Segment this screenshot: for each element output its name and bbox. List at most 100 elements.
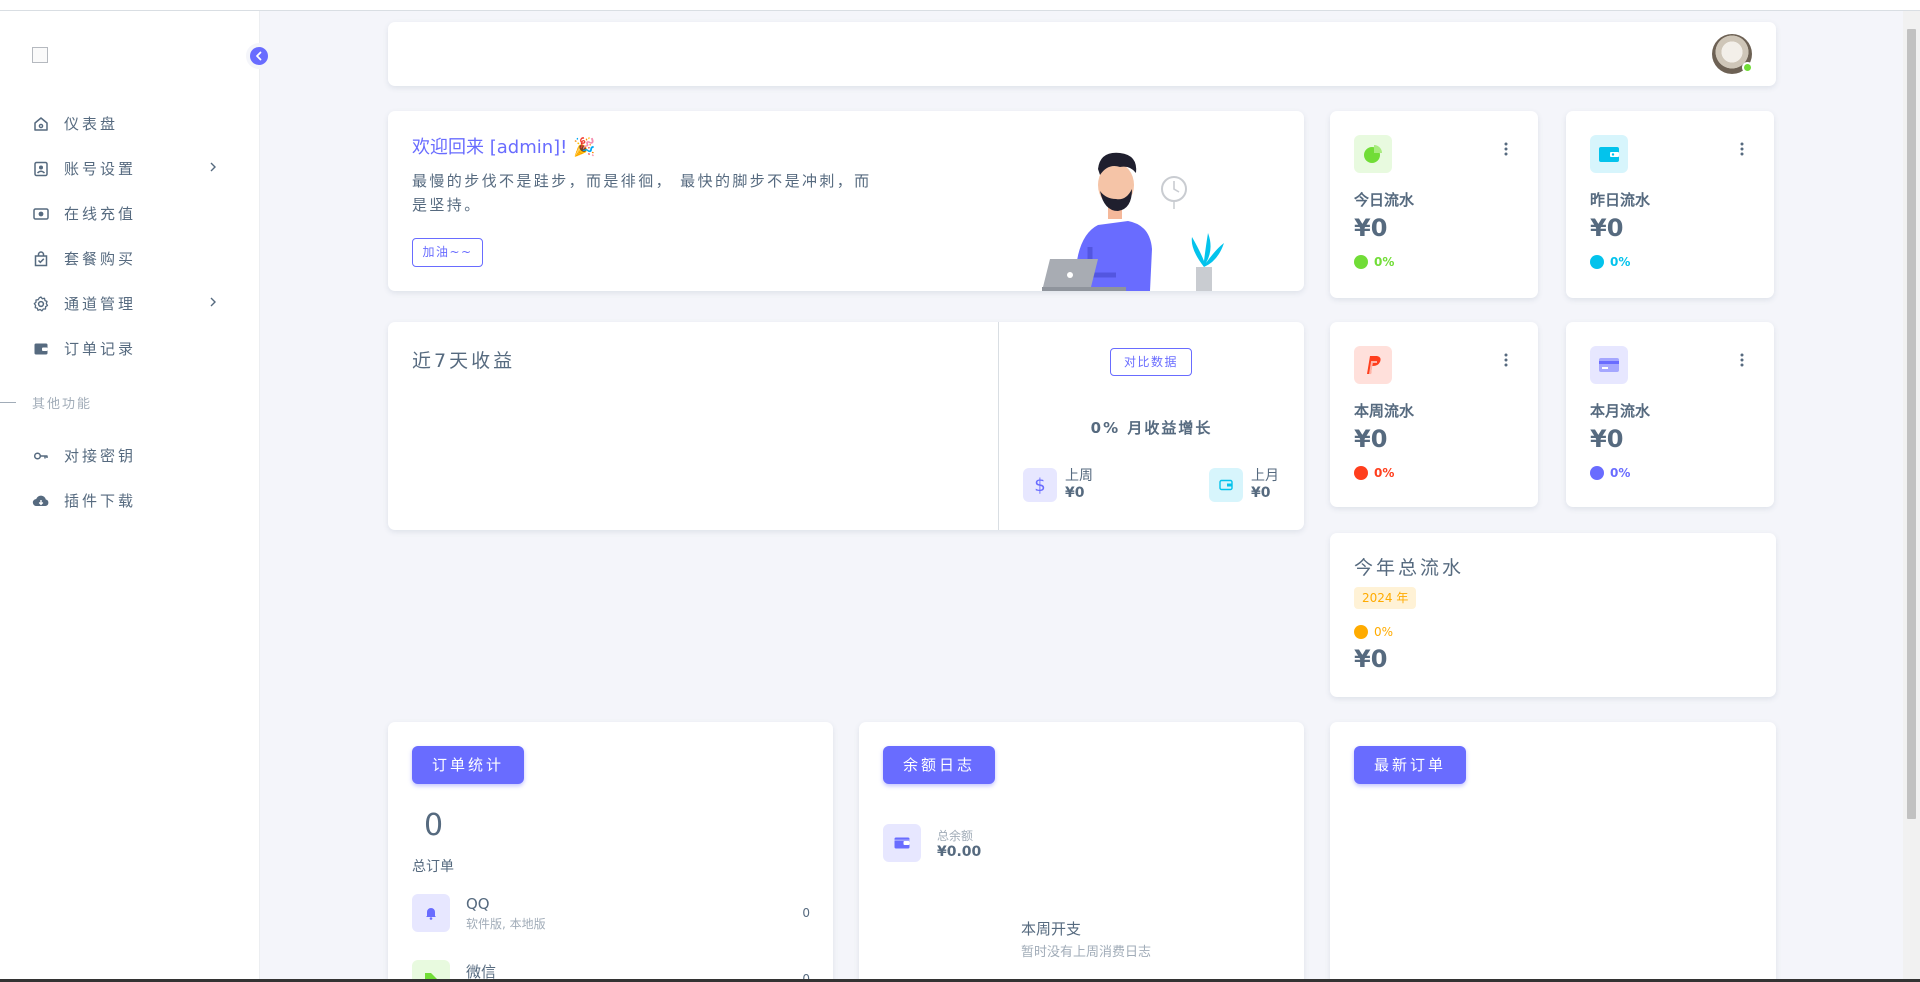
- stat-value: ¥0: [1590, 425, 1624, 453]
- year-total-card: 今年总流水 2024 年 0% ¥0: [1330, 533, 1776, 697]
- sidebar-item-label: 仪表盘: [64, 115, 119, 133]
- last-month-label: 上月: [1251, 468, 1279, 484]
- order-stats-button[interactable]: 订单统计: [412, 746, 525, 784]
- total-balance-label: 总余额: [937, 828, 974, 843]
- chevron-left-icon: [256, 51, 262, 61]
- stat-icon-box: [1590, 346, 1628, 384]
- sidebar-item-order-records[interactable]: 订单记录: [0, 326, 260, 371]
- cloud-download-icon: [32, 495, 49, 506]
- sidebar-section-header: 其他功能: [0, 379, 260, 425]
- scrollbar-thumb[interactable]: [1907, 29, 1916, 819]
- revenue-title: 近7天收益: [412, 350, 516, 372]
- sidebar-item-label: 账号设置: [64, 160, 137, 178]
- year-total-value: ¥0: [1354, 645, 1388, 673]
- sidebar-item-label: 对接密钥: [64, 447, 137, 465]
- page-scrollbar[interactable]: [1903, 11, 1920, 982]
- last-week-label: 上周: [1065, 468, 1093, 484]
- percent-icon: [1590, 255, 1604, 269]
- stat-value: ¥0: [1354, 425, 1388, 453]
- year-change: 0%: [1354, 625, 1393, 639]
- stat-label: 昨日流水: [1590, 191, 1651, 209]
- stat-icon-box: [1590, 135, 1628, 173]
- latest-orders-button[interactable]: 最新订单: [1354, 746, 1467, 784]
- sidebar-item-label: 订单记录: [64, 340, 137, 358]
- sidebar-item-label: 通道管理: [64, 295, 137, 313]
- year-change-value: 0%: [1374, 625, 1394, 639]
- stat-label: 本月流水: [1590, 402, 1651, 420]
- total-orders-count: 0: [424, 808, 444, 843]
- balance-log-button[interactable]: 余额日志: [883, 746, 996, 784]
- weekly-expense-desc: 暂时没有上周消费日志: [1021, 945, 1152, 960]
- latest-orders-card: 最新订单: [1330, 722, 1776, 982]
- order-row-desc: 软件版, 本地版: [466, 917, 546, 931]
- compare-data-button[interactable]: 对比数据: [1110, 348, 1192, 376]
- dollar-icon: $: [1023, 468, 1057, 502]
- stat-change: 0%: [1590, 466, 1630, 480]
- stat-label: 今日流水: [1354, 191, 1415, 209]
- stat-change: 0%: [1354, 466, 1394, 480]
- weekly-expense-title: 本周开支: [1021, 920, 1082, 938]
- sidebar-item-package-purchase[interactable]: 套餐购买: [0, 236, 260, 281]
- total-orders-label: 总订单: [412, 859, 454, 875]
- stat-change-value: 0%: [1610, 255, 1631, 269]
- man-with-laptop-illustration: [1042, 152, 1224, 291]
- sidebar-item-account-settings[interactable]: 账号设置: [0, 146, 260, 191]
- user-avatar[interactable]: [1712, 34, 1753, 74]
- sidebar-item-online-recharge[interactable]: 在线充值: [0, 191, 260, 236]
- stat-change-value: 0%: [1374, 255, 1395, 269]
- stat-icon-box: [1354, 135, 1392, 173]
- sidebar-item-dashboard[interactable]: 仪表盘: [0, 101, 260, 146]
- pie-chart-icon: [1364, 145, 1382, 163]
- stat-value: ¥0: [1354, 214, 1388, 242]
- more-vertical-icon[interactable]: [1504, 352, 1508, 368]
- paypal-icon: [1367, 356, 1381, 375]
- stat-label: 本周流水: [1354, 402, 1415, 420]
- sidebar-menu: 仪表盘 账号设置 在线充值 套餐购买 通道管理 订单记录 其他功能 对接密钥 插…: [0, 101, 260, 523]
- sidebar-item-channel-management[interactable]: 通道管理: [0, 281, 260, 326]
- more-vertical-icon[interactable]: [1504, 141, 1508, 157]
- chevron-right-icon: [210, 297, 216, 307]
- stat-icon-box: [1354, 346, 1392, 384]
- more-vertical-icon[interactable]: [1740, 352, 1744, 368]
- credit-card-icon: [1599, 358, 1619, 372]
- percent-icon: [1590, 466, 1604, 480]
- welcome-card: 欢迎回来 [admin]! 🎉 最慢的步伐不是跬步，而是徘徊， 最快的脚步不是冲…: [388, 111, 1304, 291]
- welcome-title: 欢迎回来 [admin]! 🎉: [412, 137, 596, 158]
- money-icon: [33, 207, 49, 220]
- order-row-name: QQ: [466, 895, 490, 913]
- chevron-right-icon: [210, 162, 216, 172]
- percent-icon: [1354, 255, 1368, 269]
- bell-icon: [412, 894, 450, 932]
- weekly-expense: 本周开支 暂时没有上周消费日志: [1021, 918, 1151, 960]
- stat-change: 0%: [1590, 255, 1630, 269]
- last-week-summary: $ 上周 ¥0: [1023, 468, 1093, 502]
- id-card-icon: [34, 161, 48, 176]
- sidebar-collapse-button[interactable]: [246, 43, 272, 69]
- sidebar-item-label: 在线充值: [64, 205, 137, 223]
- revenue-card: 近7天收益 对比数据 0% 月收益增长 $ 上周 ¥0 上月 ¥0: [388, 322, 1304, 530]
- sidebar-item-label: 插件下载: [64, 492, 137, 510]
- wallet-icon: [883, 824, 921, 862]
- wallet-icon: [1599, 147, 1619, 162]
- stat-card-yesterday: 昨日流水 ¥0 0%: [1566, 111, 1774, 298]
- sidebar-item-api-key[interactable]: 对接密钥: [0, 433, 260, 478]
- sidebar-item-label: 套餐购买: [64, 250, 137, 268]
- wallet-icon: [34, 343, 48, 354]
- balance-log-card: 余额日志 总余额 ¥0.00 本周开支 暂时没有上周消费日志: [859, 722, 1304, 982]
- sidebar-item-plugin-download[interactable]: 插件下载: [0, 478, 260, 523]
- browser-top-border: [0, 0, 1920, 11]
- more-vertical-icon[interactable]: [1740, 141, 1744, 157]
- logo-image[interactable]: [32, 47, 48, 63]
- cheer-button[interactable]: 加油~~: [412, 238, 483, 267]
- gear-icon: [33, 295, 49, 311]
- total-balance-value: ¥0.00: [937, 843, 982, 860]
- order-row-qq[interactable]: QQ 软件版, 本地版 0: [412, 894, 810, 934]
- year-total-title: 今年总流水: [1354, 557, 1465, 579]
- stat-change: 0%: [1354, 255, 1394, 269]
- monthly-growth-text: 0% 月收益增长: [1090, 419, 1213, 437]
- last-month-summary: 上月 ¥0: [1209, 468, 1279, 502]
- order-row-count: 0: [802, 906, 810, 920]
- total-balance: 总余额 ¥0.00: [883, 824, 981, 862]
- stat-change-value: 0%: [1374, 466, 1395, 480]
- sidebar: 仪表盘 账号设置 在线充值 套餐购买 通道管理 订单记录 其他功能 对接密钥 插…: [0, 11, 272, 982]
